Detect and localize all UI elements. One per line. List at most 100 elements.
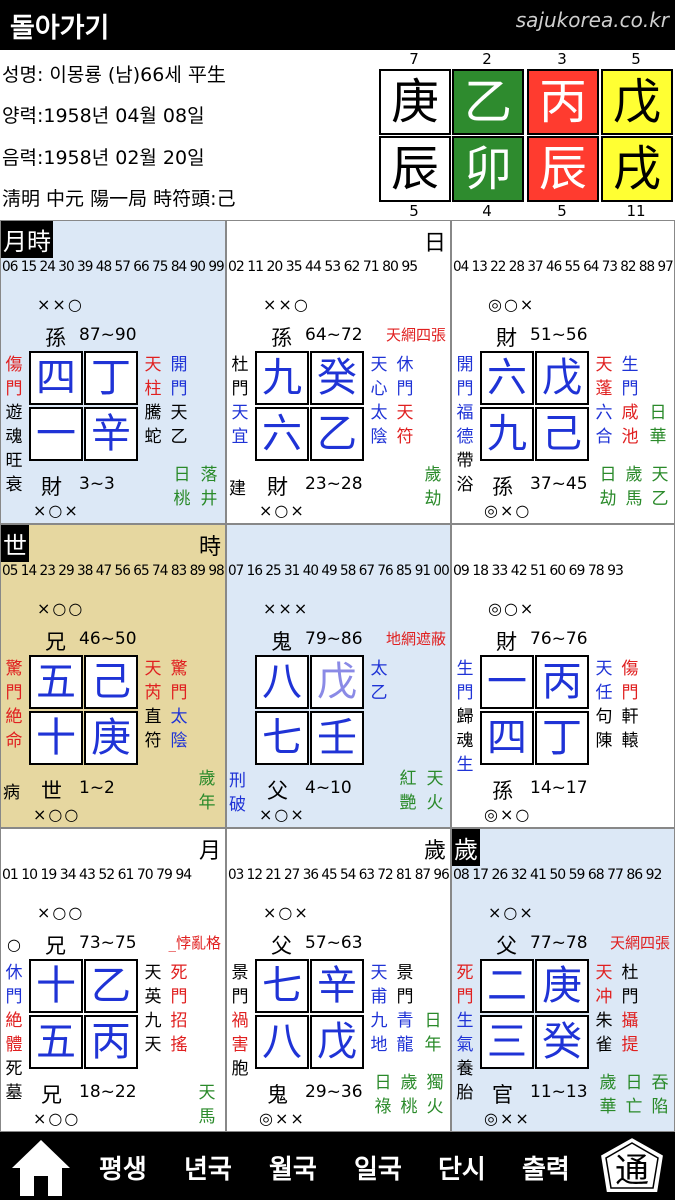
stem-cell: 庚 — [84, 711, 138, 765]
right2-char: 死 — [170, 963, 188, 983]
right2-char: 招 — [170, 1011, 188, 1031]
left-column-char: 命 — [5, 731, 23, 751]
luck-symbols: ×○× — [263, 903, 310, 922]
right2-char: 天 — [170, 403, 188, 423]
right2-char: 傷 — [621, 659, 639, 679]
back-button[interactable]: 돌아가기 — [10, 6, 109, 45]
right1-char: 九 — [144, 1011, 162, 1031]
bottom-relation-char: 財 — [267, 475, 288, 499]
bot_r2-column: 日亡 — [623, 1071, 645, 1119]
right1-char: 天 — [144, 1035, 162, 1055]
right1-char: 乙 — [370, 683, 388, 703]
right1-char: 六 — [595, 403, 613, 423]
stem-cell: 三 — [480, 1015, 534, 1069]
bottom-nav: 평생 년국 월국 일국 단시 출력 通 — [0, 1132, 675, 1200]
bottom-relation-char: 財 — [41, 475, 62, 499]
left-column: 生門歸魂生 — [454, 657, 476, 777]
age-range: 76~76 — [530, 629, 588, 649]
nav-year[interactable]: 년국 — [184, 1149, 232, 1186]
palace-cell: 世 時 05 14 23 29 38 47 56 65 74 83 89 98 ×○○… — [0, 524, 226, 828]
top-bar: 돌아가기 sajukorea.co.kr — [0, 0, 675, 50]
bottom-relation-char: 孫 — [492, 779, 513, 803]
left-column: 傷門遊魂旺衰 — [3, 353, 25, 497]
right2-char: 杜 — [621, 963, 639, 983]
right2-char: 轅 — [621, 731, 639, 751]
right2-char: 軒 — [621, 707, 639, 727]
right2-char: 景 — [396, 963, 414, 983]
left-column-char: 杜 — [231, 355, 249, 375]
age-range: 51~56 — [530, 325, 588, 345]
right2-char: 青 — [396, 1011, 414, 1031]
bottom-age-range: 37~45 — [530, 474, 588, 494]
stem-cell: 癸 — [535, 1015, 589, 1069]
palace-cell: 歲 08 17 26 32 41 50 59 68 77 86 92 ×○× 父 77~… — [451, 828, 675, 1132]
left-column-char: 浴 — [456, 475, 474, 495]
age-number-row: 03 12 21 27 36 45 54 63 72 81 87 96 — [228, 867, 450, 883]
bottom-luck-symbols: ◎×× — [484, 1109, 531, 1128]
left-column-char: 絶 — [5, 707, 23, 727]
left-column: 景門禍害胞 — [229, 961, 251, 1081]
bot_r1-column: 紅艷 — [397, 767, 419, 815]
stem-cell: 七 — [255, 959, 309, 1013]
bot_r2-char: 井 — [200, 489, 218, 509]
right1-column: 天心太陰 — [368, 353, 390, 449]
bottom-age-range: 23~28 — [305, 474, 363, 494]
stem-cell: 九 — [480, 407, 534, 461]
pillar-top-number: 5 — [631, 50, 641, 68]
luck-symbols: ×○× — [488, 903, 535, 922]
stem-cell: 五 — [29, 1015, 83, 1069]
palace-corner-label: 月 — [198, 839, 221, 864]
home-icon[interactable] — [8, 1136, 74, 1198]
left-column-char: 生 — [456, 659, 474, 679]
right1-char: 句 — [595, 707, 613, 727]
pre-symbol: ○ — [7, 935, 23, 954]
bot_r1-char: 日 — [374, 1073, 392, 1093]
right1-char: 心 — [370, 379, 388, 399]
bottom-luck-symbols: ×○× — [259, 805, 306, 824]
left-column-char: 魂 — [5, 427, 23, 447]
tong-label: 通 — [615, 1151, 649, 1191]
relation-char: 兄 — [45, 630, 66, 654]
bot_r1-column: 歲年 — [196, 767, 218, 815]
nav-lifetime[interactable]: 평생 — [99, 1149, 147, 1186]
left-column-char: 死 — [5, 1059, 23, 1079]
tong-button[interactable]: 通 — [596, 1135, 668, 1199]
pillar-branch: 辰 — [527, 136, 599, 202]
bot_r3-column: 獨火 — [424, 1071, 446, 1119]
nav-month[interactable]: 월국 — [269, 1149, 317, 1186]
bottom-relation-char: 孫 — [492, 475, 513, 499]
luck-symbols: ××× — [263, 599, 310, 618]
right1-char: 雀 — [595, 1035, 613, 1055]
bot_r3-char: 獨 — [426, 1073, 444, 1093]
nav-print[interactable]: 출력 — [522, 1149, 570, 1186]
nav-hour[interactable]: 단시 — [438, 1149, 486, 1186]
age-range: 77~78 — [530, 933, 588, 953]
bottom-left-label: 病 — [3, 783, 20, 803]
left-column-char: 宜 — [231, 427, 249, 447]
bot_r2-char: 歲 — [400, 1073, 418, 1093]
right3-char: 華 — [649, 427, 667, 447]
bot_r3-char: 乙 — [651, 489, 669, 509]
relation-char: 兄 — [45, 934, 66, 958]
bot_r3-char: 陷 — [651, 1097, 669, 1117]
bot_r1-char: 年 — [198, 793, 216, 813]
left-column: 開門福德帶浴 — [454, 353, 476, 497]
age-number-row: 02 11 20 35 44 53 62 71 80 95 — [228, 259, 418, 275]
pillar-stem: 庚 — [379, 69, 451, 135]
left-column-char: 魂 — [456, 731, 474, 751]
right3-char: 年 — [424, 1035, 442, 1055]
luck-symbols: ×○○ — [37, 599, 85, 618]
pillar-top-number: 7 — [409, 50, 419, 68]
left-column-char: 門 — [5, 683, 23, 703]
pattern-label: 地網遮蔽 — [385, 630, 446, 648]
nav-day[interactable]: 일국 — [354, 1149, 402, 1186]
right2-column: 休門天符 — [394, 353, 416, 449]
left-column-char: 門 — [456, 379, 474, 399]
left-column-char: 體 — [5, 1035, 23, 1055]
age-number-row: 04 13 22 28 37 46 55 64 73 82 88 97 — [453, 259, 674, 275]
bot_r2-char: 桃 — [400, 1097, 418, 1117]
right1-char: 天 — [370, 963, 388, 983]
right2-char: 龍 — [396, 1035, 414, 1055]
bot_r2-char: 日 — [625, 1073, 643, 1093]
name-line: 성명: 이몽룡 (남)66세 平生 — [2, 64, 226, 86]
